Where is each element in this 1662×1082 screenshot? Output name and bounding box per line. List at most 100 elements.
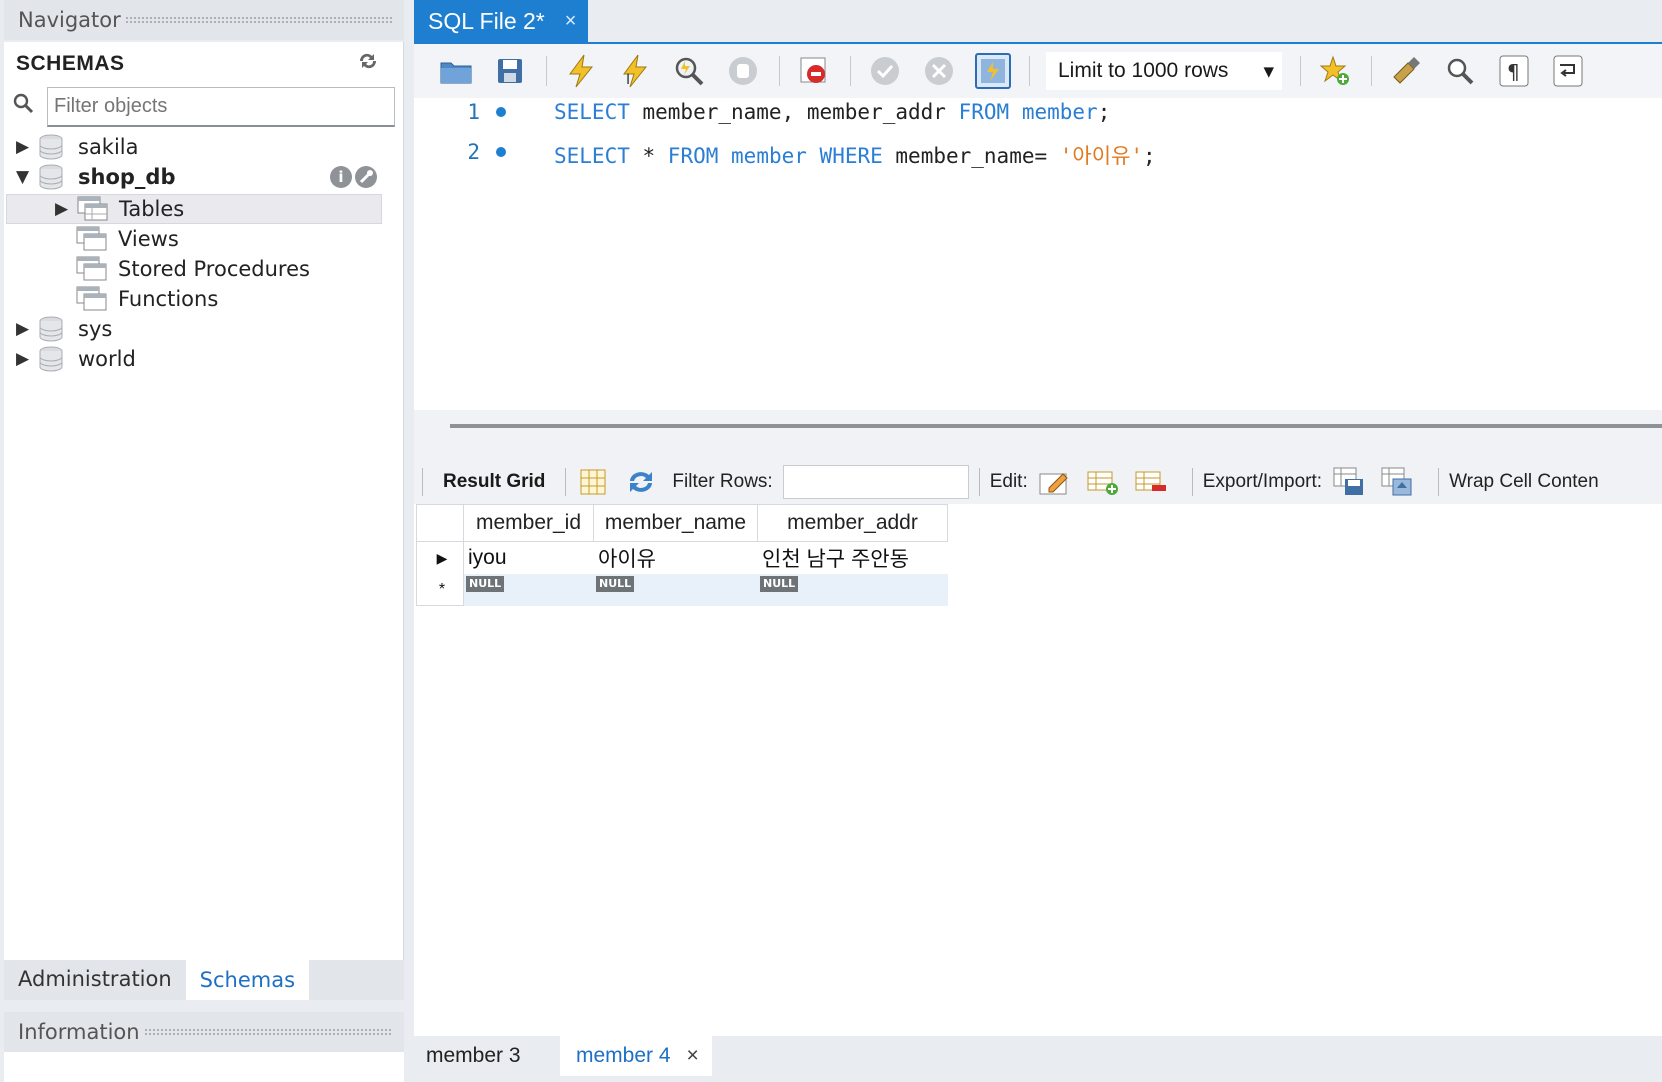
tree-label-sys: sys — [78, 317, 113, 341]
line-number: 2 — [467, 140, 480, 164]
tab-member-3[interactable]: member 3 — [426, 1036, 521, 1076]
toolbar-separator — [850, 56, 851, 86]
limit-rows-value: Limit to 1000 rows — [1058, 59, 1229, 82]
tree-item-stored-procedures[interactable]: Stored Procedures — [76, 254, 310, 284]
beautify-brush-icon[interactable] — [1388, 53, 1424, 89]
keyword: FROM — [958, 100, 1010, 124]
expand-arrow-icon[interactable]: ▶ — [16, 349, 38, 369]
database-icon — [39, 164, 63, 190]
execute-icon[interactable] — [563, 53, 599, 89]
table-folder-icon — [77, 196, 108, 221]
expand-arrow-icon[interactable]: ▶ — [16, 319, 38, 339]
tree-item-functions[interactable]: Functions — [76, 284, 218, 314]
close-icon[interactable]: × — [687, 1044, 699, 1068]
pane-splitter[interactable] — [414, 410, 1662, 460]
table-cell[interactable]: 인천 남구 주안동 — [758, 542, 948, 574]
column-header[interactable]: member_id — [464, 504, 594, 542]
edit-row-icon[interactable] — [1038, 466, 1072, 498]
explain-icon[interactable] — [671, 53, 707, 89]
null-badge[interactable]: NULL — [596, 576, 635, 592]
toolbar-separator — [565, 468, 567, 496]
import-icon[interactable] — [1380, 466, 1414, 498]
filter-objects-input[interactable] — [47, 87, 395, 127]
toolbar-separator — [1029, 56, 1030, 86]
tab-member-4[interactable]: member 4 × — [560, 1036, 712, 1076]
invisible-chars-icon[interactable]: ¶ — [1496, 53, 1532, 89]
tree-label-stored-procedures: Stored Procedures — [118, 257, 310, 281]
insert-row-icon[interactable] — [1086, 466, 1120, 498]
navigator-title: Navigator — [18, 8, 121, 32]
tab-schemas[interactable]: Schemas — [185, 960, 310, 1000]
add-snippet-star-icon[interactable] — [1317, 53, 1353, 89]
stop-icon[interactable] — [725, 53, 761, 89]
open-folder-icon[interactable] — [438, 53, 474, 89]
tree-item-tables[interactable]: ▶ Tables — [6, 194, 382, 224]
splitter-bar[interactable] — [450, 424, 1662, 428]
filter-rows-input[interactable] — [782, 465, 969, 499]
tree-item-world[interactable]: ▶ world — [16, 344, 136, 374]
code-line-2: SELECT * FROM member WHERE member_name= … — [554, 140, 1156, 170]
delete-row-icon[interactable] — [1134, 466, 1168, 498]
result-grid-button[interactable]: Result Grid — [433, 471, 555, 493]
execute-current-icon[interactable]: I — [617, 53, 653, 89]
toolbar-separator — [1300, 56, 1301, 86]
limit-rows-select[interactable]: Limit to 1000 rows ▾ — [1046, 52, 1282, 90]
information-title: Information — [18, 1020, 140, 1044]
tab-label: member 4 — [576, 1044, 671, 1067]
null-badge[interactable]: NULL — [466, 576, 505, 592]
row-selector-icon[interactable]: ▶ — [416, 542, 464, 574]
grip-dots — [124, 15, 392, 25]
statement-marker — [496, 107, 506, 117]
close-icon[interactable]: × — [565, 10, 577, 33]
tree-label-shop-db: shop_db — [78, 165, 176, 189]
stop-on-error-icon[interactable] — [796, 53, 832, 89]
tree-item-sakila[interactable]: ▶ sakila — [16, 132, 139, 162]
tab-sql-file-2[interactable]: SQL File 2* × — [414, 0, 588, 42]
sql-editor[interactable]: 1 SELECT member_name, member_addr FROM m… — [414, 98, 1662, 410]
code-text: member_name= — [882, 144, 1060, 168]
rollback-icon[interactable] — [921, 53, 957, 89]
wrap-cell-content-label[interactable]: Wrap Cell Conten — [1449, 471, 1599, 493]
function-folder-icon — [76, 286, 107, 311]
export-icon[interactable] — [1332, 466, 1366, 498]
save-icon[interactable] — [492, 53, 528, 89]
keyword: SELECT — [554, 144, 630, 168]
commit-icon[interactable] — [867, 53, 903, 89]
result-grid: member_id member_name member_addr ▶ iyou… — [416, 504, 954, 608]
tree-item-sys[interactable]: ▶ sys — [16, 314, 112, 344]
autocommit-toggle-icon[interactable] — [975, 53, 1011, 89]
result-tabs: member 3 member 4 × — [414, 1036, 1662, 1082]
find-icon[interactable] — [1442, 53, 1478, 89]
null-badge[interactable]: NULL — [760, 576, 799, 592]
new-row-marker[interactable]: * — [416, 574, 464, 606]
information-header: Information — [4, 1012, 404, 1052]
keyword: SELECT — [554, 100, 630, 124]
schemas-header: SCHEMAS — [16, 52, 125, 75]
tab-label: SQL File 2* — [428, 7, 545, 34]
grid-layout-icon[interactable] — [576, 466, 610, 498]
database-icon — [39, 316, 63, 342]
wrench-icon[interactable] — [355, 166, 377, 188]
schema-actions: i — [330, 166, 377, 188]
word-wrap-icon[interactable] — [1550, 53, 1586, 89]
column-header[interactable]: member_addr — [758, 504, 948, 542]
information-panel — [4, 1052, 404, 1082]
expand-arrow-icon[interactable]: ▶ — [16, 137, 38, 157]
export-import-label: Export/Import: — [1202, 471, 1323, 492]
toolbar-separator — [978, 468, 980, 496]
column-header[interactable]: member_name — [594, 504, 758, 542]
collapse-arrow-icon[interactable]: ▼ — [16, 167, 38, 187]
tree-item-shop-db[interactable]: ▼ shop_db — [16, 162, 175, 192]
expand-arrow-icon[interactable]: ▶ — [55, 199, 77, 219]
info-icon[interactable]: i — [330, 166, 352, 188]
tab-administration[interactable]: Administration — [4, 960, 186, 998]
refresh-icon[interactable] — [356, 50, 380, 78]
tree-item-views[interactable]: Views — [76, 224, 179, 254]
table-cell[interactable]: iyou — [464, 542, 594, 574]
code-line-1: SELECT member_name, member_addr FROM mem… — [554, 100, 1110, 124]
navigator-panel: Navigator SCHEMAS ▶ sakila ▼ shop_db i — [0, 0, 404, 1082]
refresh-rows-icon[interactable] — [624, 466, 658, 498]
table-cell[interactable]: 아이유 — [594, 542, 758, 574]
